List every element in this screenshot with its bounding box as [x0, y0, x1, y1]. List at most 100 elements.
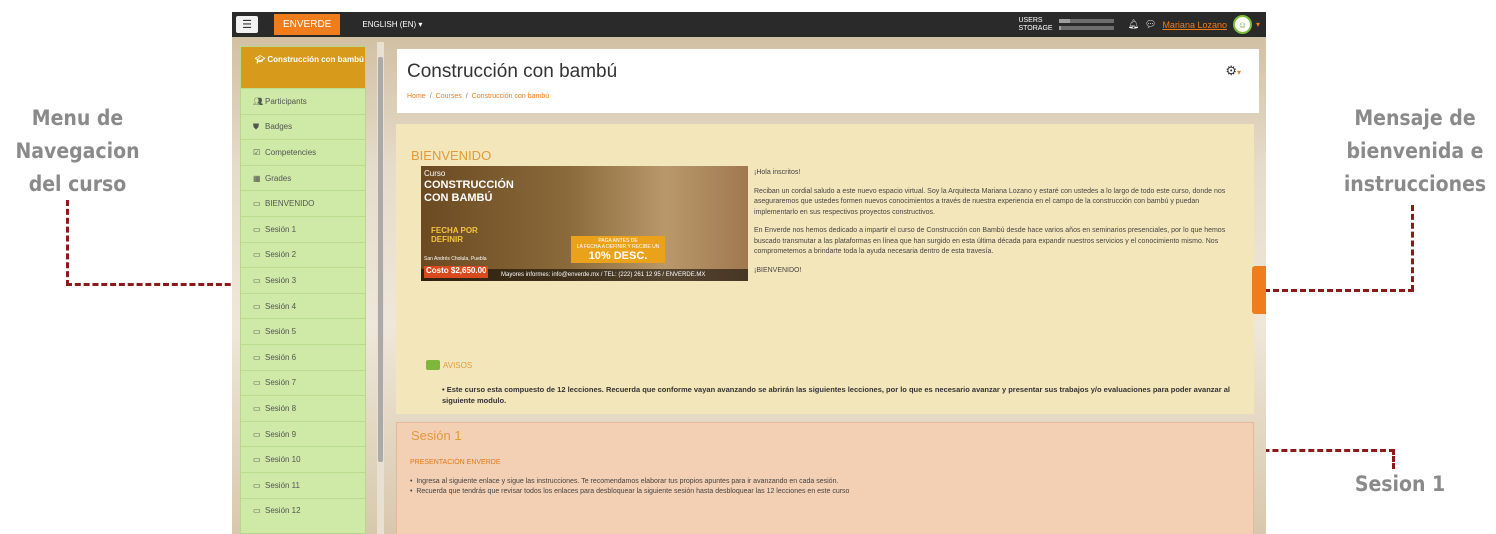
caret-down-icon[interactable]: ▾ — [1256, 20, 1260, 29]
sidebar-item-label: Grades — [265, 173, 292, 183]
gear-icon[interactable]: ⚙▾ — [1225, 63, 1241, 79]
annotation-welcome: Mensaje de bienvenida e instrucciones — [1335, 102, 1495, 201]
annotation-connector — [1392, 449, 1395, 469]
session-subtitle: PRESENTACIÓN ENVERDE — [410, 459, 501, 466]
sidebar-item-label: Sesión 10 — [265, 455, 301, 465]
folder-icon: ▭ — [253, 275, 261, 285]
sidebar-scrollbar[interactable] — [377, 42, 384, 534]
page: Menu de Navegacion del curso Mensaje de … — [0, 0, 1496, 534]
users-bar-fill — [1058, 19, 1070, 23]
sidebar-item[interactable]: ⛊ Badges — [241, 113, 365, 140]
annotation-connector — [66, 200, 69, 286]
avisos-label: AVISOS — [443, 360, 473, 370]
sidebar-item[interactable]: ▭ Sesión 3 — [241, 267, 365, 293]
sidebar-item-label: Badges — [265, 122, 293, 132]
sidebar-item[interactable]: ▭ BIENVENIDO — [241, 190, 365, 216]
avisos-list: • Este curso esta compuesto de 12 leccio… — [442, 385, 1230, 405]
welcome-paragraph: ¡Hola inscritos! — [754, 169, 801, 176]
sidebar-item-label: Sesión 8 — [265, 403, 297, 413]
folder-icon: ▭ — [253, 224, 261, 234]
sidebar-item-label: Sesión 11 — [265, 480, 300, 490]
quota-bars — [1058, 19, 1114, 30]
menu-toggle-button[interactable]: ☰ — [236, 16, 258, 33]
hamburger-icon: ☰ — [242, 19, 252, 31]
table-icon: ▦ — [253, 173, 261, 183]
folder-icon: ▭ — [253, 429, 261, 439]
course-navigation-drawer: 🎓︎ Construcción con bambú 👥︎ Participants… — [240, 46, 366, 534]
sidebar-item[interactable]: ▭ Sesión 8 — [241, 395, 365, 421]
folder-icon: ▭ — [253, 301, 261, 311]
sidebar-item[interactable]: ▭ Sesión 11 — [241, 471, 365, 498]
welcome-text: ¡Hola inscritos! Reciban un cordial salu… — [754, 168, 1244, 284]
breadcrumb-home[interactable]: Home — [407, 93, 426, 100]
banner-text: 10% DESC. — [588, 250, 648, 262]
users-icon: 👥︎ — [253, 96, 264, 106]
banner-text: FECHA POR — [431, 226, 478, 235]
annotation-line: del curso — [28, 172, 127, 196]
sidebar-item-label: Sesión 7 — [265, 378, 297, 388]
sidebar-item[interactable]: ▭ Sesión 10 — [241, 446, 365, 472]
annotation-line: Navegacion — [15, 139, 140, 163]
avatar[interactable]: ☺ — [1232, 15, 1252, 34]
users-label: USERS — [1018, 16, 1043, 24]
banner-text: San Andrés Cholula, Puebla — [424, 256, 487, 262]
check-icon: ☑ — [253, 147, 261, 157]
breadcrumb-courses[interactable]: Courses — [436, 93, 462, 100]
sidebar-item[interactable]: ▭ Sesión 2 — [241, 241, 365, 268]
welcome-paragraph: ¡BIENVENIDO! — [754, 266, 802, 274]
bell-icon[interactable]: 🔔︎ — [1128, 19, 1139, 30]
user-menu-name[interactable]: Mariana Lozano — [1162, 20, 1227, 30]
sidebar-item[interactable]: ▭ Sesión 1 — [241, 215, 365, 242]
breadcrumb-course[interactable]: Construcción con bambú — [472, 93, 549, 100]
scrollbar-thumb[interactable] — [378, 57, 383, 462]
sidebar-item[interactable]: ▭ Sesión 4 — [241, 292, 365, 319]
section-title: Sesión 1 — [411, 428, 462, 443]
language-label: ENGLISH (EN) — [362, 20, 417, 29]
navbar-right: USERS STORAGE 🔔︎ 💬︎ Mariana Lozano ☺ ▾ — [1018, 12, 1260, 37]
sidebar-item[interactable]: ☑ Competencies — [241, 139, 365, 165]
sidebar-item[interactable]: 👥︎ Participants — [241, 88, 365, 114]
sidebar-item[interactable]: ▭ Sesión 5 — [241, 318, 365, 344]
graduation-cap-icon: 🎓︎ — [255, 55, 266, 64]
annotation-line: instrucciones — [1343, 172, 1487, 196]
annotation-session1: Sesion 1 — [1354, 472, 1446, 496]
avisos-link[interactable]: AVISOS — [426, 360, 472, 370]
page-header: Construcción con bambú Home / Courses / Cons… — [397, 49, 1259, 113]
sidebar-item-label: Sesión 2 — [265, 250, 297, 260]
annotation-navigation: Menu de Navegacion del curso — [0, 102, 155, 201]
quota-labels: USERS STORAGE — [1018, 17, 1052, 33]
banner-price: Costo $2,650.00 — [424, 266, 488, 278]
sidebar-item[interactable]: ▦ Grades — [241, 164, 365, 191]
welcome-paragraph: Reciban un cordial saludo a este nuevo e… — [754, 187, 1226, 216]
top-navbar: ☰ ENVERDE ENGLISH (EN) ▾ USERS STORAGE 🔔… — [232, 12, 1266, 37]
storage-bar — [1058, 26, 1114, 30]
side-tab-button[interactable] — [1252, 266, 1266, 314]
sidebar-item[interactable]: ▭ Sesión 9 — [241, 420, 365, 447]
folder-icon: ▭ — [253, 199, 261, 209]
sidebar-item-label: BIENVENIDO — [265, 199, 315, 209]
folder-icon: ▭ — [253, 352, 261, 362]
sidebar-item-label: Participants — [265, 96, 307, 106]
course-banner-image: Curso CONSTRUCCIÓN CON BAMBÚ FECHA POR DEF… — [421, 166, 748, 281]
banner-title: CONSTRUCCIÓN CON BAMBÚ — [424, 179, 514, 205]
folder-icon: ▭ — [253, 480, 261, 490]
chat-icon[interactable]: 💬︎ — [1145, 19, 1156, 30]
sidebar-item-label: Sesión 9 — [265, 429, 297, 439]
breadcrumb: Home / Courses / Construcción con bambú — [407, 93, 550, 100]
brand-link[interactable]: ENVERDE — [274, 14, 341, 35]
folder-icon: ▭ — [253, 506, 261, 516]
moodle-window: ☰ ENVERDE ENGLISH (EN) ▾ USERS STORAGE 🔔… — [232, 12, 1266, 534]
shield-icon: ⛊ — [253, 121, 259, 131]
sidebar-course-label: Construcción con bambú — [267, 55, 364, 64]
folder-icon: ▭ — [253, 327, 261, 337]
banner-promo: PAGA ANTES DE LA FECHA A DEFINIR Y RECIBE… — [571, 236, 665, 263]
avisos-item: Este curso esta compuesto de 12 leccione… — [442, 385, 1230, 405]
sidebar-item-label: Sesión 12 — [265, 506, 301, 516]
sidebar-item[interactable]: ▭ Sesión 6 — [241, 343, 365, 370]
sidebar-course-link[interactable]: 🎓︎ Construcción con bambú — [241, 47, 365, 88]
folder-icon: ▭ — [253, 455, 261, 465]
sidebar-item[interactable]: ▭ Sesión 7 — [241, 369, 365, 396]
sidebar-item-label: Sesión 3 — [265, 275, 297, 285]
sidebar-item[interactable]: ▭ Sesión 12 — [241, 497, 365, 524]
language-menu[interactable]: ENGLISH (EN) ▾ — [362, 20, 422, 29]
